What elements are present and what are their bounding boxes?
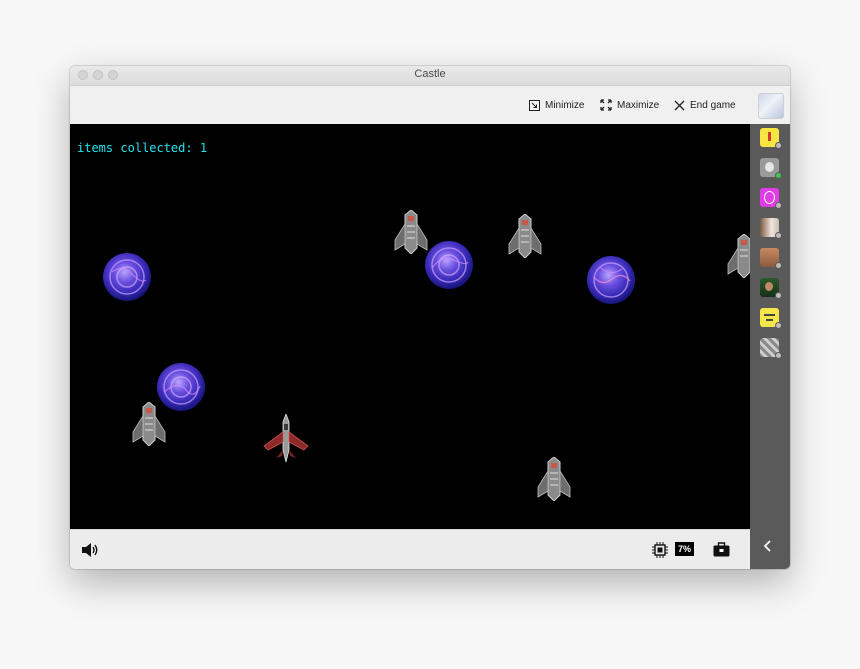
status-indicator [775, 292, 782, 299]
minimize-icon [529, 99, 540, 111]
enemy-ship [394, 210, 428, 254]
sidebar-header [750, 86, 790, 124]
maximize-button[interactable]: Maximize [600, 96, 659, 114]
energy-orb [587, 256, 635, 304]
title-bar[interactable]: Castle [70, 66, 790, 86]
enemy-ship [132, 402, 166, 446]
speaker-icon[interactable] [82, 543, 100, 557]
minimize-button[interactable]: Minimize [529, 96, 584, 114]
status-indicator [775, 172, 782, 179]
maximize-label: Maximize [617, 99, 660, 111]
bottom-bar: 7% [70, 529, 750, 569]
chip-icon[interactable] [652, 542, 668, 558]
toolbox-icon[interactable] [713, 542, 730, 557]
player-ship[interactable] [262, 414, 310, 464]
game-thumbnail[interactable] [758, 93, 784, 119]
enemy-ship [537, 457, 571, 501]
game-toolbar: Minimize Maximize End game [70, 86, 750, 124]
energy-orb [103, 253, 151, 301]
collapse-sidebar-button[interactable] [763, 539, 771, 555]
status-indicator [775, 262, 782, 269]
cpu-usage-badge: 7% [675, 542, 694, 556]
energy-orb [425, 241, 473, 289]
end-game-button[interactable]: End game [674, 96, 736, 114]
chevron-left-icon [763, 540, 771, 552]
castle-window: Castle Minimize Maximize End game items … [70, 66, 790, 569]
status-indicator [775, 352, 782, 359]
minimize-label: Minimize [545, 99, 585, 111]
users-sidebar [750, 86, 790, 569]
status-indicator [775, 142, 782, 149]
maximize-icon [600, 99, 612, 111]
enemy-ship [508, 214, 542, 258]
status-indicator [775, 322, 782, 329]
end-game-label: End game [690, 99, 736, 111]
status-indicator [775, 232, 782, 239]
game-canvas[interactable]: items collected: 1 [70, 124, 750, 529]
items-collected-counter: items collected: 1 [77, 141, 208, 155]
close-icon [674, 100, 685, 110]
enemy-ship [727, 234, 750, 278]
window-title: Castle [414, 68, 446, 80]
status-indicator [775, 202, 782, 209]
